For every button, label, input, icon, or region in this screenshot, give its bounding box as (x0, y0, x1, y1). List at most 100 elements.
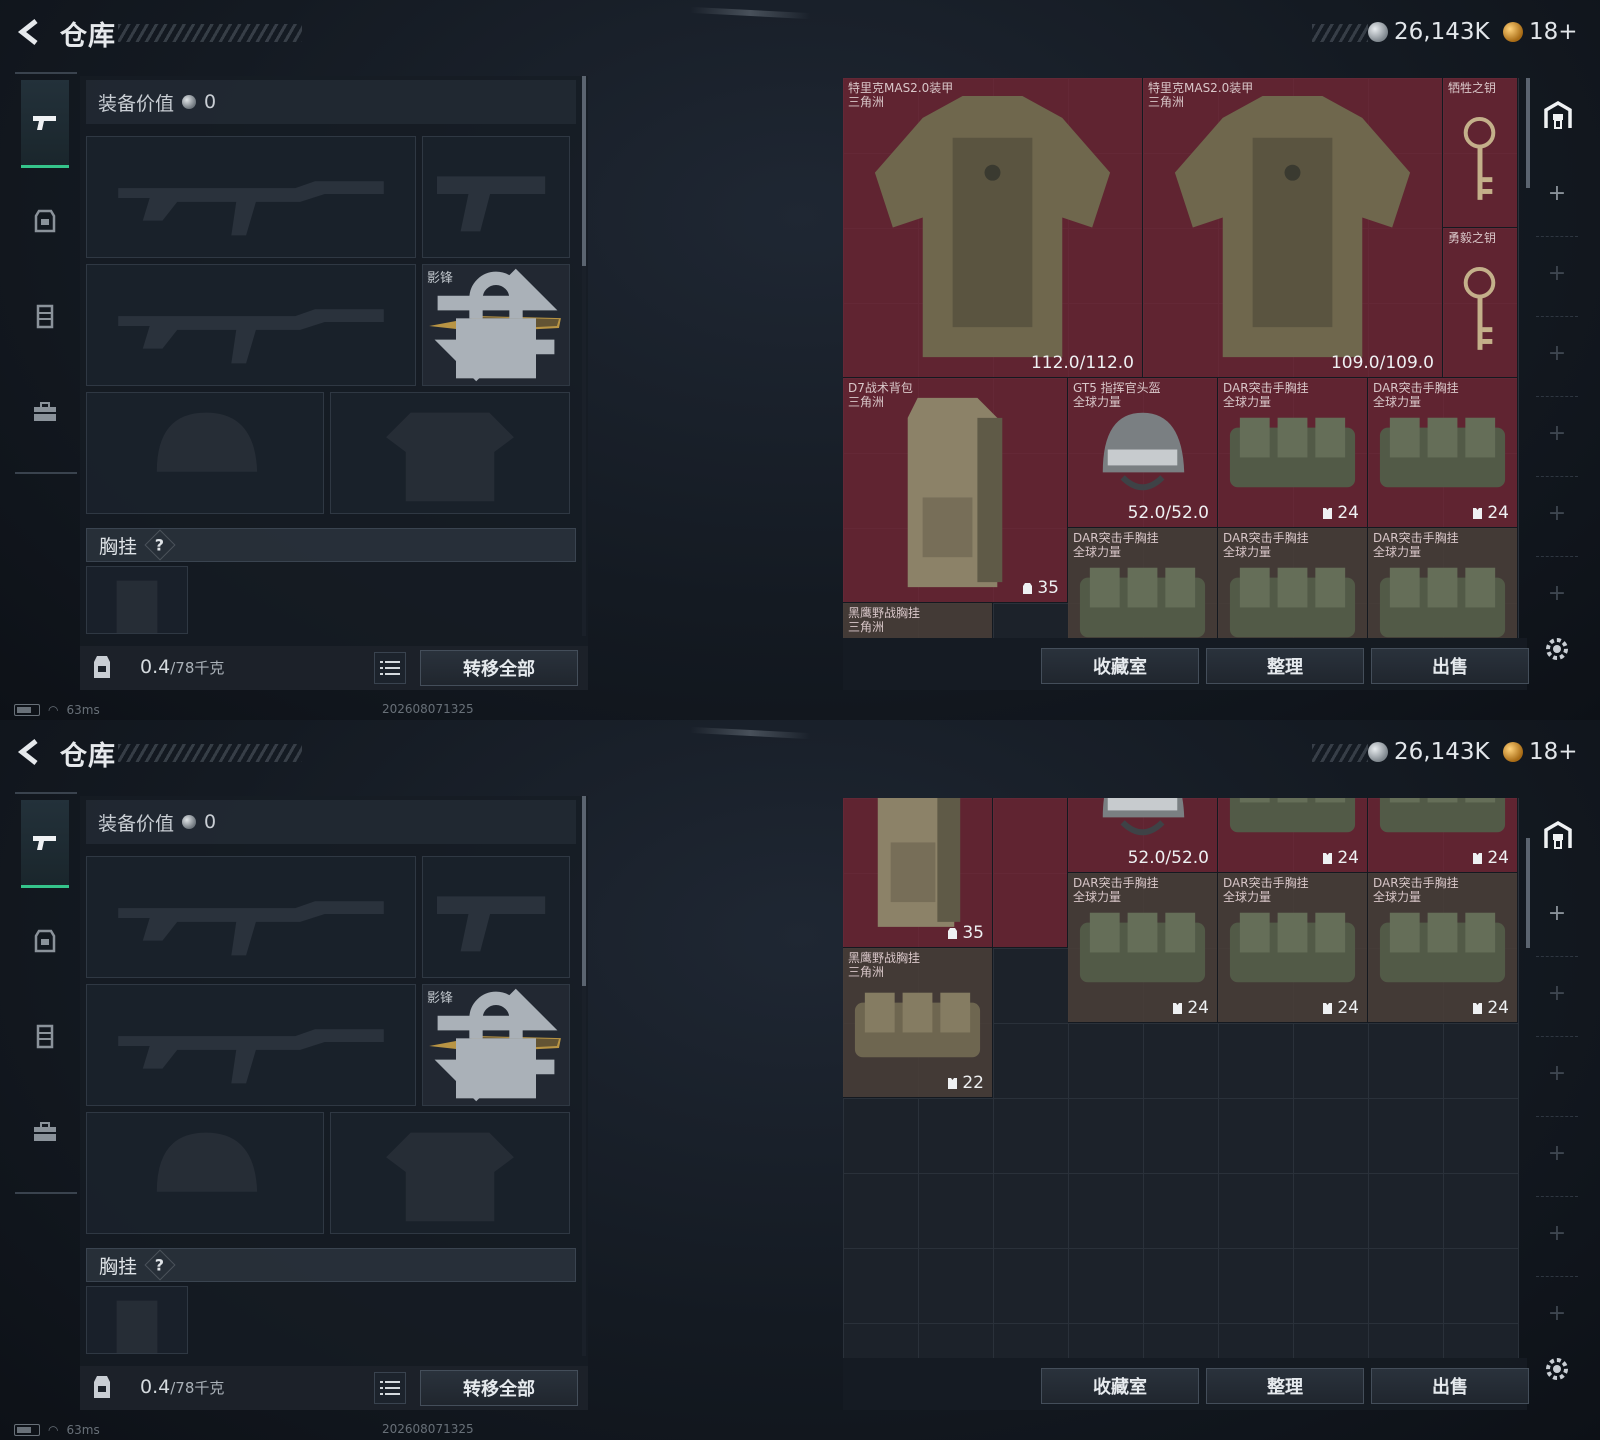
tab-weapons[interactable] (21, 80, 69, 168)
item-capacity: 24 (1472, 998, 1509, 1018)
locked-container-slot[interactable]: + (1542, 258, 1572, 288)
help-icon[interactable]: ? (144, 1249, 176, 1281)
stash-item-chest-rig[interactable]: DAR突击手胸挂 全球力量 (1068, 528, 1218, 638)
tab-vest[interactable] (21, 272, 69, 360)
vault-icon[interactable] (1542, 820, 1574, 852)
item-name: 黑鹰野战胸挂 三角洲 (848, 951, 921, 979)
stash-side-column: + + + + + + (1528, 798, 1586, 1358)
toolbox-icon (34, 1122, 56, 1141)
locked-container-slot[interactable]: + (1542, 1218, 1572, 1248)
side-divider (1536, 236, 1578, 237)
tab-backpack[interactable] (21, 176, 69, 264)
gear-icon[interactable] (1542, 634, 1572, 664)
tab-weapons[interactable] (21, 800, 69, 888)
transfer-all-button[interactable]: 转移全部 (420, 1370, 578, 1406)
sell-button[interactable]: 出售 (1371, 1368, 1529, 1404)
locked-container-slot[interactable]: + (1542, 978, 1572, 1008)
status-strip: ◠ 63ms (14, 702, 100, 718)
ticket-amount: 18+ (1529, 19, 1578, 45)
coin-icon (1368, 742, 1388, 762)
stash-item-backpack-side[interactable] (993, 798, 1068, 948)
melee-slot[interactable]: 影锋 (422, 264, 570, 386)
stash-item-chest-rig[interactable]: DAR突击手胸挂 全球力量 24 (1368, 873, 1518, 1023)
sell-button[interactable]: 出售 (1371, 648, 1529, 684)
locked-container-slot[interactable]: + (1542, 1058, 1572, 1088)
loadout-scrollbar[interactable] (582, 796, 586, 986)
locked-container-slot[interactable]: + (1542, 338, 1572, 368)
stash-grid: 35 52.0/52.0 24 24 DAR突击手胸挂 全球力量 24 DAR突击… (843, 798, 1519, 1358)
item-capacity: 24 (1472, 503, 1509, 523)
tab-vest[interactable] (21, 992, 69, 1080)
weight-readout: 0.4/78千克 (140, 1376, 224, 1398)
armor-slot[interactable] (330, 392, 570, 514)
stash-item-chest-rig[interactable]: DAR突击手胸挂 全球力量 (1218, 528, 1368, 638)
gear-icon[interactable] (1542, 1354, 1572, 1384)
tab-toolbox[interactable] (21, 1088, 69, 1176)
stash-item-armor[interactable]: 特里克MAS2.0装甲 三角洲 112.0/112.0 (843, 78, 1143, 378)
rig-capacity-icon (1323, 1003, 1333, 1014)
transfer-all-button[interactable]: 转移全部 (420, 650, 578, 686)
body-armor-icon (874, 95, 1111, 358)
stash-item-chest-rig[interactable]: DAR突击手胸挂 全球力量 24 (1218, 378, 1368, 528)
locked-container-slot[interactable]: + (1542, 418, 1572, 448)
sort-button[interactable]: 整理 (1206, 648, 1364, 684)
secondary-weapon-slot[interactable] (86, 984, 416, 1106)
item-name: DAR突击手胸挂 全球力量 (1373, 381, 1459, 409)
stash-item-helmet[interactable]: 52.0/52.0 (1068, 798, 1218, 873)
stash-item-armor[interactable]: 特里克MAS2.0装甲 三角洲 109.0/109.0 (1143, 78, 1443, 378)
tab-toolbox[interactable] (21, 368, 69, 456)
stash-item-chest-rig[interactable]: DAR突击手胸挂 全球力量 (1368, 528, 1518, 638)
stash-item-helmet[interactable]: GT5 指挥官头盔 全球力量 52.0/52.0 (1068, 378, 1218, 528)
pistol-slot[interactable] (422, 856, 570, 978)
item-durability: 109.0/109.0 (1330, 353, 1434, 373)
secondary-weapon-slot[interactable] (86, 264, 416, 386)
stash-item-chest-rig[interactable]: 黑鹰野战胸挂 三角洲 (843, 603, 993, 638)
stash-item-backpack[interactable]: 35 (843, 798, 993, 948)
list-icon (380, 1381, 400, 1395)
locked-container-slot[interactable]: + (1542, 498, 1572, 528)
stash-item-chest-rig[interactable]: DAR突击手胸挂 全球力量 24 (1068, 873, 1218, 1023)
list-view-button[interactable] (374, 1372, 406, 1404)
ticket-amount: 18+ (1529, 739, 1578, 765)
item-durability: 52.0/52.0 (1127, 503, 1209, 523)
stash-item-chest-rig[interactable]: 24 (1368, 798, 1518, 873)
capacity-backpack-icon (94, 1376, 110, 1398)
stash-item-key[interactable]: 勇毅之钥 (1443, 228, 1518, 378)
header-streak-decoration (689, 6, 811, 20)
helmet-slot[interactable] (86, 1112, 324, 1234)
chest-rig-slot[interactable] (86, 1286, 188, 1354)
chest-rig-slot[interactable] (86, 566, 188, 634)
stash-item-chest-rig[interactable]: 黑鹰野战胸挂 三角洲 22 (843, 948, 993, 1098)
primary-weapon-slot[interactable] (86, 856, 416, 978)
loadout-scrollbar[interactable] (582, 76, 586, 266)
armor-slot[interactable] (330, 1112, 570, 1234)
pistol-slot[interactable] (422, 136, 570, 258)
stash-item-chest-rig[interactable]: 24 (1218, 798, 1368, 873)
list-view-button[interactable] (374, 652, 406, 684)
top-bar: 仓库 26,143K 18+ (0, 720, 1600, 784)
collection-room-button[interactable]: 收藏室 (1041, 1368, 1199, 1404)
stash-item-chest-rig[interactable]: DAR突击手胸挂 全球力量 24 (1218, 873, 1368, 1023)
add-container-button[interactable]: + (1542, 898, 1572, 928)
stash-item-chest-rig[interactable]: DAR突击手胸挂 全球力量 24 (1368, 378, 1518, 528)
melee-slot[interactable]: 影锋 (422, 984, 570, 1106)
stash-item-backpack[interactable]: D7战术背包 三角洲 35 (843, 378, 1068, 603)
loadout-footer: 0.4/78千克 转移全部 (80, 1366, 588, 1410)
add-container-button[interactable]: + (1542, 178, 1572, 208)
back-arrow-icon[interactable] (16, 18, 42, 46)
tab-backpack[interactable] (21, 896, 69, 984)
back-arrow-icon[interactable] (16, 738, 42, 766)
vault-icon[interactable] (1542, 100, 1574, 132)
item-capacity: 22 (947, 1073, 984, 1093)
sort-button[interactable]: 整理 (1206, 1368, 1364, 1404)
primary-weapon-slot[interactable] (86, 136, 416, 258)
helmet-slot[interactable] (86, 392, 324, 514)
locked-container-slot[interactable]: + (1542, 1138, 1572, 1168)
equipment-value: 0 (204, 91, 217, 113)
stash-item-key[interactable]: 牺牲之钥 (1443, 78, 1518, 228)
locked-container-slot[interactable]: + (1542, 578, 1572, 608)
locked-container-slot[interactable]: + (1542, 1298, 1572, 1328)
warehouse-screen-bottom: 仓库 26,143K 18+ 装备价值 0 影锋 胸挂 ? 0.4/78千克 转… (0, 720, 1600, 1440)
collection-room-button[interactable]: 收藏室 (1041, 648, 1199, 684)
help-icon[interactable]: ? (144, 529, 176, 561)
